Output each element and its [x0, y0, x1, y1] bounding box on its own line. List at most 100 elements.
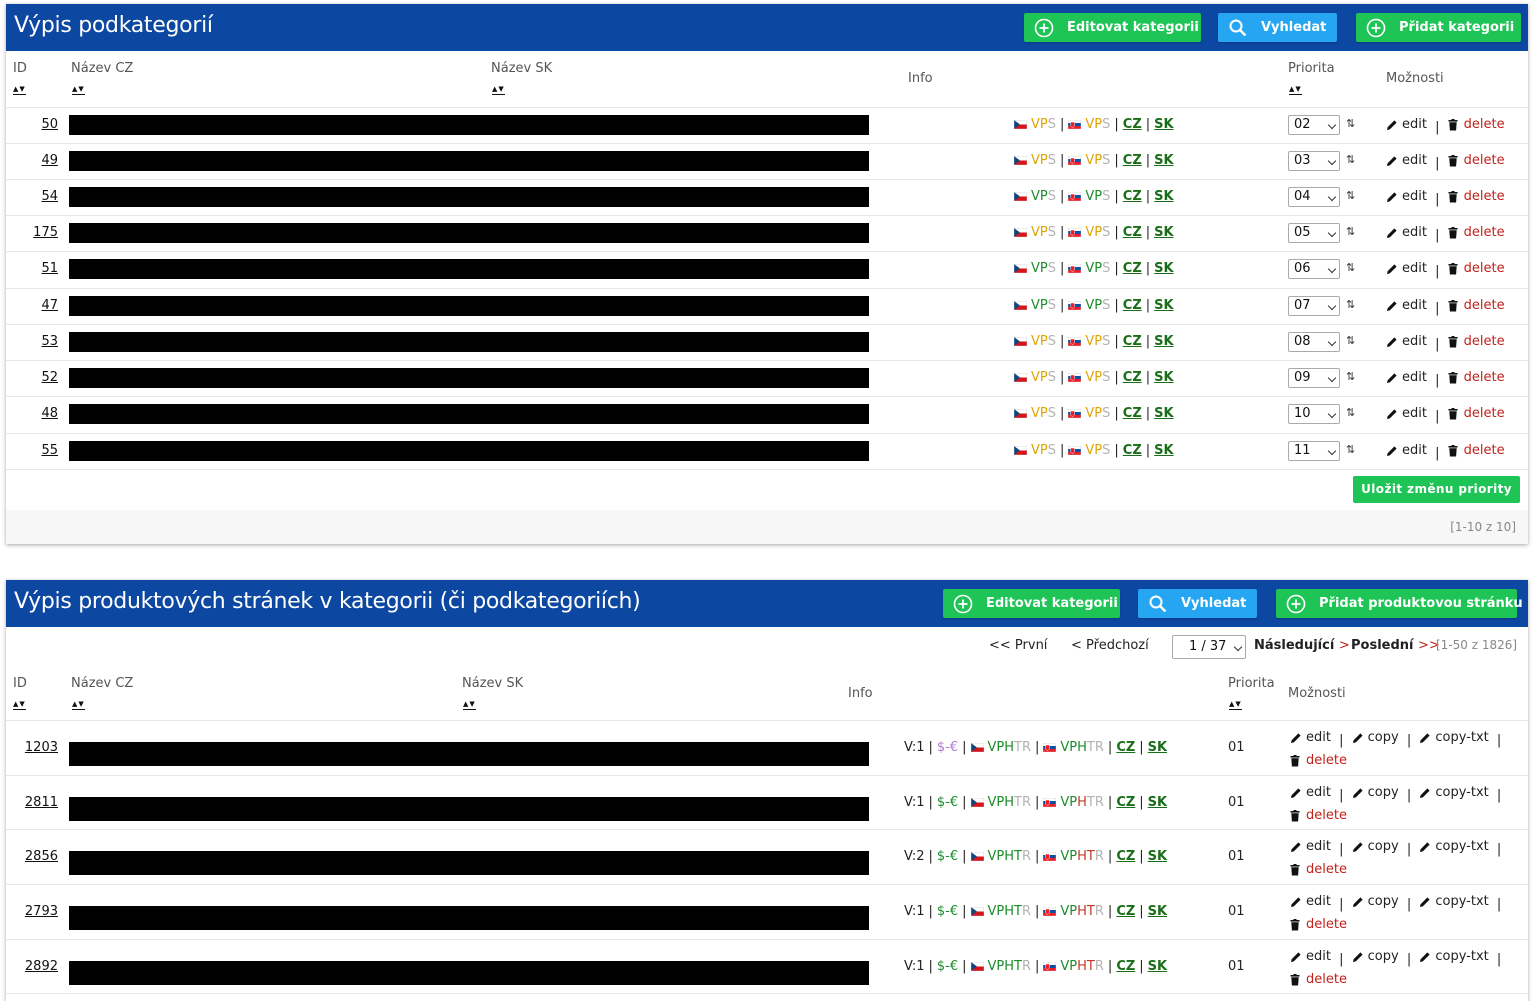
row-id-link[interactable]: 47: [41, 298, 58, 313]
edit-link[interactable]: edit: [1290, 947, 1331, 967]
sk-link[interactable]: SK: [1154, 117, 1173, 132]
sk-link[interactable]: SK: [1154, 261, 1173, 276]
edit-link[interactable]: edit: [1386, 187, 1427, 207]
sk-link[interactable]: SK: [1154, 189, 1173, 204]
delete-link[interactable]: delete: [1448, 151, 1505, 171]
delete-link[interactable]: delete: [1448, 368, 1505, 388]
edit-link[interactable]: edit: [1386, 404, 1427, 424]
delete-link[interactable]: delete: [1290, 806, 1347, 826]
reorder-icon[interactable]: ⇅: [1346, 406, 1355, 419]
sk-link[interactable]: SK: [1148, 740, 1167, 755]
sk-link[interactable]: SK: [1154, 406, 1173, 421]
row-id-link[interactable]: 2892: [25, 959, 58, 974]
edit-link[interactable]: edit: [1386, 115, 1427, 135]
priority-select[interactable]: 02: [1288, 115, 1340, 135]
copy-link[interactable]: copy: [1352, 783, 1399, 803]
priority-select[interactable]: 11: [1288, 441, 1340, 461]
sk-link[interactable]: SK: [1154, 298, 1173, 313]
copy-txt-link[interactable]: copy-txt: [1419, 783, 1489, 803]
edit-link[interactable]: edit: [1290, 837, 1331, 857]
copy-link[interactable]: copy: [1352, 837, 1399, 857]
delete-link[interactable]: delete: [1448, 259, 1505, 279]
add-product-page-button[interactable]: Přidat produktovou stránku: [1276, 589, 1523, 618]
cz-link[interactable]: CZ: [1123, 370, 1142, 385]
sk-link[interactable]: SK: [1148, 904, 1167, 919]
row-id-link[interactable]: 52: [41, 370, 58, 385]
delete-link[interactable]: delete: [1290, 915, 1347, 935]
sort-priority-toggle[interactable]: ▲▼: [1289, 85, 1302, 95]
delete-link[interactable]: delete: [1448, 223, 1505, 243]
sort-id-toggle[interactable]: ▲▼: [13, 85, 26, 95]
search-button[interactable]: Vyhledat: [1138, 589, 1257, 618]
cz-link[interactable]: CZ: [1123, 117, 1142, 132]
cz-link[interactable]: CZ: [1116, 849, 1135, 864]
edit-link[interactable]: edit: [1386, 296, 1427, 316]
row-id-link[interactable]: 49: [41, 153, 58, 168]
cz-link[interactable]: CZ: [1116, 904, 1135, 919]
sort-name-cz-toggle[interactable]: ▲▼: [72, 700, 85, 710]
delete-link[interactable]: delete: [1290, 970, 1347, 990]
delete-link[interactable]: delete: [1448, 115, 1505, 135]
edit-link[interactable]: edit: [1386, 151, 1427, 171]
cz-link[interactable]: CZ: [1123, 153, 1142, 168]
cz-link[interactable]: CZ: [1116, 740, 1135, 755]
copy-link[interactable]: copy: [1352, 947, 1399, 967]
priority-select[interactable]: 09: [1288, 368, 1340, 388]
copy-link[interactable]: copy: [1352, 728, 1399, 748]
page-select[interactable]: 1 / 37: [1172, 635, 1246, 659]
edit-link[interactable]: edit: [1386, 368, 1427, 388]
sort-name-sk-toggle[interactable]: ▲▼: [492, 85, 505, 95]
edit-category-button[interactable]: Editovat kategorii: [943, 589, 1120, 618]
add-category-button[interactable]: Přidat kategorii: [1356, 13, 1521, 42]
cz-link[interactable]: CZ: [1123, 189, 1142, 204]
cz-link[interactable]: CZ: [1123, 334, 1142, 349]
row-id-link[interactable]: 2793: [25, 904, 58, 919]
priority-select[interactable]: 06: [1288, 259, 1340, 279]
row-id-link[interactable]: 55: [41, 443, 58, 458]
sk-link[interactable]: SK: [1154, 370, 1173, 385]
sort-name-cz-toggle[interactable]: ▲▼: [72, 85, 85, 95]
pager-last-link[interactable]: Poslední >>: [1351, 638, 1440, 653]
sk-link[interactable]: SK: [1154, 225, 1173, 240]
reorder-icon[interactable]: ⇅: [1346, 443, 1355, 456]
sk-link[interactable]: SK: [1154, 153, 1173, 168]
reorder-icon[interactable]: ⇅: [1346, 225, 1355, 238]
edit-link[interactable]: edit: [1386, 259, 1427, 279]
reorder-icon[interactable]: ⇅: [1346, 334, 1355, 347]
pager-prev-link[interactable]: < Předchozí: [1071, 638, 1149, 653]
row-id-link[interactable]: 50: [41, 117, 58, 132]
row-id-link[interactable]: 53: [41, 334, 58, 349]
reorder-icon[interactable]: ⇅: [1346, 370, 1355, 383]
priority-select[interactable]: 10: [1288, 404, 1340, 424]
pager-first-link[interactable]: << První: [989, 638, 1047, 653]
row-id-link[interactable]: 2811: [25, 795, 58, 810]
delete-link[interactable]: delete: [1448, 187, 1505, 207]
reorder-icon[interactable]: ⇅: [1346, 189, 1355, 202]
row-id-link[interactable]: 51: [41, 261, 58, 276]
delete-link[interactable]: delete: [1448, 332, 1505, 352]
copy-txt-link[interactable]: copy-txt: [1419, 892, 1489, 912]
cz-link[interactable]: CZ: [1123, 443, 1142, 458]
delete-link[interactable]: delete: [1448, 296, 1505, 316]
row-id-link[interactable]: 54: [41, 189, 58, 204]
row-id-link[interactable]: 1203: [25, 740, 58, 755]
sort-name-sk-toggle[interactable]: ▲▼: [463, 700, 476, 710]
priority-select[interactable]: 04: [1288, 187, 1340, 207]
edit-category-button[interactable]: Editovat kategorii: [1024, 13, 1201, 42]
sort-priority-toggle[interactable]: ▲▼: [1229, 700, 1242, 710]
reorder-icon[interactable]: ⇅: [1346, 153, 1355, 166]
sk-link[interactable]: SK: [1148, 849, 1167, 864]
edit-link[interactable]: edit: [1386, 223, 1427, 243]
copy-txt-link[interactable]: copy-txt: [1419, 837, 1489, 857]
copy-txt-link[interactable]: copy-txt: [1419, 947, 1489, 967]
row-id-link[interactable]: 48: [41, 406, 58, 421]
copy-link[interactable]: copy: [1352, 892, 1399, 912]
sk-link[interactable]: SK: [1148, 959, 1167, 974]
search-button[interactable]: Vyhledat: [1218, 13, 1337, 42]
cz-link[interactable]: CZ: [1123, 225, 1142, 240]
sk-link[interactable]: SK: [1148, 795, 1167, 810]
edit-link[interactable]: edit: [1386, 332, 1427, 352]
cz-link[interactable]: CZ: [1116, 959, 1135, 974]
delete-link[interactable]: delete: [1290, 751, 1347, 771]
pager-next-link[interactable]: Následující >: [1254, 638, 1350, 653]
